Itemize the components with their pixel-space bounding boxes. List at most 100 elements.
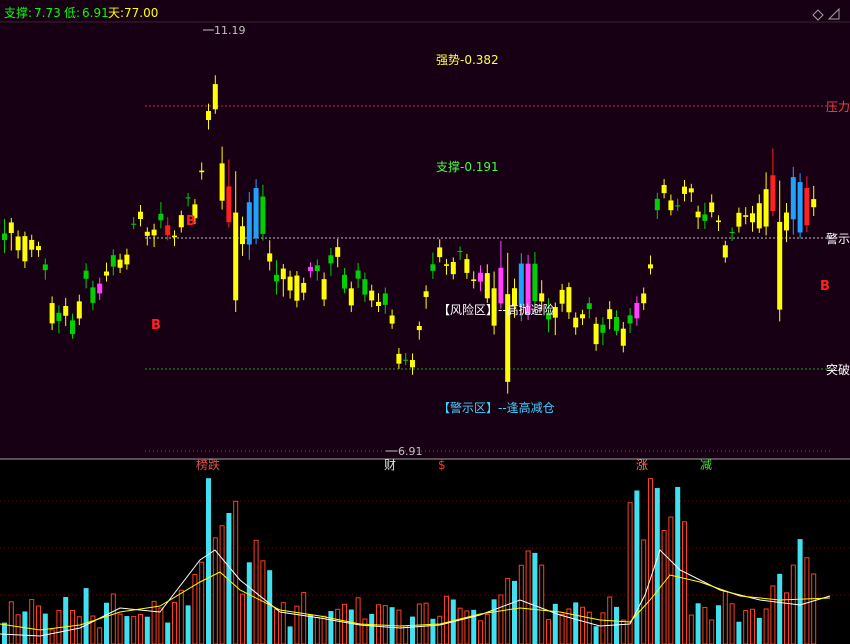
volume-bar (280, 602, 286, 644)
volume-bar (104, 602, 109, 644)
volume-bar (634, 490, 640, 644)
candle-body (246, 202, 252, 245)
candle-body (682, 186, 687, 194)
support-label: 支撑: (4, 5, 32, 20)
volume-bar (437, 615, 443, 644)
volume-bar (620, 619, 626, 644)
candle-body (695, 211, 701, 218)
volume-bar (770, 585, 776, 644)
candle-body (423, 291, 429, 297)
volume-bar (797, 539, 803, 644)
candle-body (770, 175, 776, 212)
volume-bar (369, 613, 375, 644)
candle-body (36, 246, 41, 251)
candle-body (212, 84, 218, 110)
candle-body (301, 282, 307, 293)
candle-body (104, 271, 109, 276)
volume-bar (362, 618, 368, 644)
candle-body (668, 200, 674, 211)
candle-body (2, 233, 7, 240)
candle-body (437, 247, 443, 258)
candle-body (280, 268, 286, 280)
volume-bar (308, 614, 313, 644)
candle-body (620, 328, 626, 346)
days-value: 77.00 (124, 6, 158, 20)
volume-bar (784, 592, 789, 644)
candle-body (464, 259, 470, 273)
volume-bar (763, 608, 769, 644)
volume-bar (668, 516, 674, 644)
buy-signal: B (151, 318, 161, 333)
candle-body (328, 255, 334, 264)
candle-body (274, 274, 279, 282)
candle-body (471, 279, 477, 282)
volume-bar (199, 561, 205, 644)
volume-bar (702, 606, 708, 644)
volume-bar (355, 597, 361, 644)
candle-body (314, 265, 320, 271)
volume-bar (246, 562, 252, 644)
volume-bar (158, 607, 164, 644)
candle-body (627, 315, 633, 324)
candle-body (56, 312, 62, 321)
candle-body (240, 226, 245, 245)
pressure-label: 压力 (826, 100, 850, 114)
candle-body (185, 197, 191, 199)
candle-body (165, 225, 171, 236)
volume-bar (178, 589, 184, 644)
candle-body (661, 184, 667, 194)
candle-body (348, 288, 354, 306)
volume-bar (444, 595, 449, 644)
volume-bar (151, 600, 157, 644)
volume-bar (709, 619, 715, 644)
volume-bar (185, 605, 191, 644)
volume-bar (777, 573, 783, 644)
volume-bar (688, 614, 694, 644)
candle-body (15, 236, 21, 251)
candle-body (335, 247, 341, 257)
volume-bar (518, 564, 524, 644)
candle-body (478, 272, 483, 282)
candle-body (97, 283, 103, 294)
volume-bar (396, 609, 402, 644)
candle-body (614, 316, 619, 331)
volume-bar (240, 593, 245, 644)
volume-bar (70, 609, 75, 644)
buy-signal: B (820, 279, 830, 294)
volume-bar (478, 620, 483, 644)
candle-body (294, 275, 300, 301)
candle-body (90, 287, 96, 303)
candle-body (709, 202, 715, 213)
candle-body (729, 231, 735, 233)
days-label: 天: (108, 6, 124, 20)
candle-body (654, 198, 660, 211)
candle-body (430, 264, 436, 271)
candle-body (342, 274, 347, 289)
candle-body (804, 187, 810, 226)
volume-bar (49, 629, 55, 644)
candle-body (641, 293, 647, 304)
volume-bar (165, 622, 171, 644)
candle-body (253, 188, 259, 239)
candle-body (321, 279, 327, 300)
volume-bar (8, 601, 14, 644)
volume-bar (695, 603, 701, 644)
strong-line-label: 强势-0.382 (436, 53, 499, 67)
candle-body (593, 323, 599, 345)
event-marker: 财 (384, 458, 396, 472)
volume-bar (348, 609, 354, 644)
volume-bar (206, 478, 211, 644)
candle-body (600, 324, 606, 333)
candle-body (287, 276, 293, 291)
buy-signal: B (186, 214, 196, 229)
candle-body (573, 317, 579, 328)
candle-body (498, 267, 504, 304)
volume-bar (267, 570, 273, 644)
candle-body (457, 250, 463, 252)
candle-body (518, 263, 524, 306)
price-panel-background (0, 0, 850, 459)
candle-body (790, 177, 796, 220)
candle-body (260, 196, 266, 234)
candle-body (144, 231, 150, 236)
volume-bar (63, 596, 69, 644)
